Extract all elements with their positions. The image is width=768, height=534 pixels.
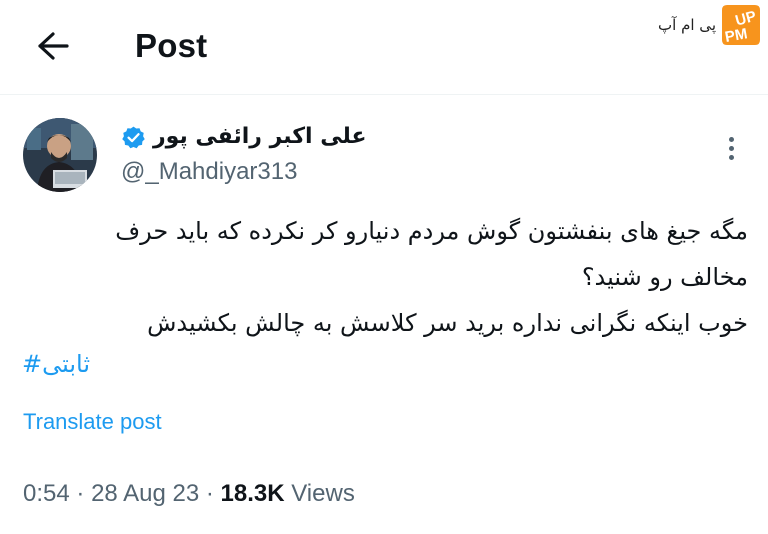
author-handle[interactable]: @_Mahdiyar313 [121, 158, 297, 186]
page-title: Post [135, 27, 208, 64]
more-dot-icon [728, 154, 734, 160]
watermark: پی ام آپ UP PM [658, 2, 762, 48]
translate-post-link[interactable]: Translate post [23, 409, 162, 435]
separator: · [76, 480, 85, 507]
tweet-line: خوب اینکه نگرانی نداره برید سر کلاسش به … [147, 309, 748, 337]
verified-badge-icon [122, 126, 145, 149]
top-bar: Post پی ام آپ UP PM [0, 0, 768, 95]
tweet-line: مخالف رو شنید؟ [581, 263, 748, 291]
views-label: Views [291, 480, 355, 507]
post-time[interactable]: 0:54 [23, 480, 70, 507]
views-count[interactable]: 18.3K [221, 480, 285, 507]
post-metadata: 0:54 · 28 Aug 23 · 18.3K Views [23, 480, 355, 508]
more-dot-icon [728, 145, 734, 151]
tweet-line: مگه جیغ های بنفشتون گوش مردم دنیارو کر ن… [115, 217, 748, 245]
post-date[interactable]: 28 Aug 23 [91, 480, 199, 507]
watermark-logo: UP PM [720, 3, 762, 47]
hashtag-link[interactable]: ثابتی# [22, 350, 90, 378]
back-arrow-icon [38, 32, 69, 60]
tweet-body: مگه جیغ های بنفشتون گوش مردم دنیارو کر ن… [22, 208, 748, 346]
more-dot-icon [728, 136, 734, 142]
author-name[interactable]: علی اکبر رائفی پور [153, 124, 367, 149]
separator: · [205, 480, 214, 507]
more-options-button[interactable] [718, 133, 744, 163]
back-button[interactable] [30, 24, 76, 68]
watermark-text: پی ام آپ [658, 16, 716, 34]
avatar[interactable] [23, 118, 97, 192]
